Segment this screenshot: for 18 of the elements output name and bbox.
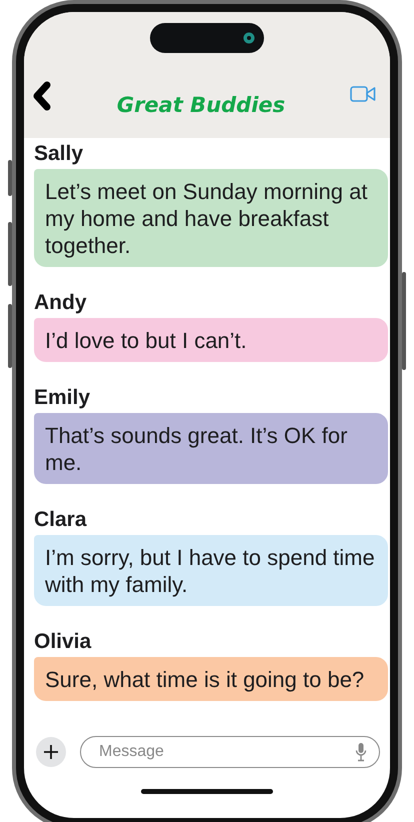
sender-name: Andy bbox=[34, 291, 86, 315]
message-bubble: Sure, what time is it going to be? bbox=[34, 657, 388, 701]
message-bubble: That’s sounds great. It’s OK for me. bbox=[34, 413, 388, 484]
chat-title: Great Buddies bbox=[116, 93, 286, 117]
sender-name: Emily bbox=[34, 386, 90, 410]
sender-name: Clara bbox=[34, 508, 87, 532]
camera-lens-icon bbox=[243, 32, 255, 44]
message-field[interactable]: Message bbox=[80, 736, 380, 768]
back-icon[interactable] bbox=[32, 81, 52, 111]
message-bubble: Let’s meet on Sunday morning at my home and have breakfast together. bbox=[34, 169, 388, 267]
message-bubble: I’d love to but I can’t. bbox=[34, 318, 388, 362]
plus-icon bbox=[43, 744, 59, 760]
message-bubble: I’m sorry, but I have to spend time with my family. bbox=[34, 535, 388, 606]
sender-name: Olivia bbox=[34, 630, 92, 654]
video-camera-icon[interactable] bbox=[350, 85, 376, 103]
microphone-icon[interactable] bbox=[355, 742, 367, 762]
sender-name: Sally bbox=[34, 142, 84, 166]
add-button[interactable] bbox=[36, 737, 66, 767]
